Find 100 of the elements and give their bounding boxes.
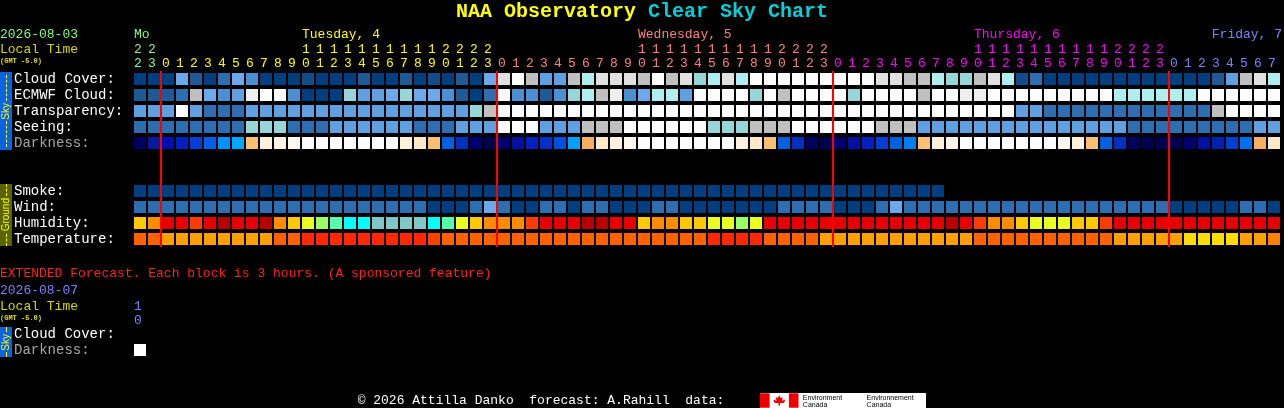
hour-digit: 3 xyxy=(1212,57,1221,71)
hour-digit: 6 xyxy=(1058,57,1067,71)
hour-digit: 0 xyxy=(302,57,311,71)
hour-digit: 7 xyxy=(260,57,269,71)
hour-digit: 6 xyxy=(386,57,395,71)
flag-icon xyxy=(760,393,799,408)
row-label: Temperature: xyxy=(14,231,115,247)
day-label: Tuesday, 4 xyxy=(302,28,381,43)
hour-digit: 3 xyxy=(148,57,157,71)
credits-text: © 2026 Attilla Danko forecast: A.Rahill data: xyxy=(357,393,725,408)
row-label: Cloud Cover: xyxy=(14,71,115,87)
hour-digit: 4 xyxy=(890,57,899,71)
hour-digit: 1 xyxy=(764,43,773,57)
hour-digit: 9 xyxy=(624,57,633,71)
date-label: 2026-08-03 xyxy=(0,28,79,43)
hour-digit: 3 xyxy=(204,57,213,71)
hour-digit: 3 xyxy=(540,57,549,71)
day-label: Mo xyxy=(134,28,148,43)
row-label: Wind: xyxy=(14,199,56,215)
hour-digit: 2 xyxy=(484,43,493,57)
hour-digit: 2 xyxy=(190,57,199,71)
hour-digit: 8 xyxy=(274,57,283,71)
hour-digit: 1 xyxy=(400,43,409,57)
hour-digit: 2 xyxy=(666,57,675,71)
hour-digit: 0 xyxy=(834,57,843,71)
hour-digit: 2 xyxy=(1002,57,1011,71)
row-label: Seeing: xyxy=(14,119,73,135)
hour-digit: 4 xyxy=(358,57,367,71)
hour-digit: 1 xyxy=(302,43,311,57)
row-label: ECMWF Cloud: xyxy=(14,87,115,103)
row-label: Transparency: xyxy=(14,103,124,119)
hour-digit: 1 xyxy=(1086,43,1095,57)
hour-digit: 1 xyxy=(344,43,353,57)
hour-digit: 1 xyxy=(428,43,437,57)
day-label: Thursday, 6 xyxy=(974,28,1061,43)
hour-digit: 6 xyxy=(246,57,255,71)
hour-digit: 2 xyxy=(134,57,143,71)
hour-digit: 6 xyxy=(918,57,927,71)
hour-digit: 2 xyxy=(526,57,535,71)
hour-digit: 2 xyxy=(1198,57,1207,71)
hour-digit: 6 xyxy=(582,57,591,71)
hour-digit: 9 xyxy=(288,57,297,71)
hour-digit: 1 xyxy=(1100,43,1109,57)
hour-digit: 5 xyxy=(568,57,577,71)
hour-digit: 7 xyxy=(932,57,941,71)
hour-digit: 2 xyxy=(862,57,871,71)
hour-digit: 9 xyxy=(1100,57,1109,71)
hour-digit: 1 xyxy=(372,43,381,57)
hour-digit: 1 xyxy=(988,57,997,71)
hour-digit: 7 xyxy=(400,57,409,71)
site-name: NAA Observatory xyxy=(455,0,636,23)
day-label: Wednesday, 5 xyxy=(638,28,733,43)
hour-digit: 0 xyxy=(974,57,983,71)
hour-digit: 7 xyxy=(1268,57,1277,71)
hour-digit: 0 xyxy=(498,57,507,71)
hour-digit: 1 xyxy=(1044,43,1053,57)
hour-digit: 0 xyxy=(162,57,171,71)
hour-digit: 4 xyxy=(1030,57,1039,71)
hour-digit: 1 xyxy=(316,57,325,71)
hour-digit: 2 xyxy=(820,43,829,57)
hour-digit: 0 xyxy=(778,57,787,71)
hour-digit: 1 xyxy=(988,43,997,57)
hour-digit: 2 xyxy=(806,57,815,71)
hour-digit: 3 xyxy=(344,57,353,71)
hour-digit: 3 xyxy=(1156,57,1165,71)
hour-digit: 8 xyxy=(610,57,619,71)
hour-digit: 0 xyxy=(442,57,451,71)
hour-digit: 7 xyxy=(596,57,605,71)
row-label: Darkness: xyxy=(14,342,90,358)
hour-digit: 9 xyxy=(428,57,437,71)
hour-digit: 9 xyxy=(960,57,969,71)
hour-digit: 0 xyxy=(1170,57,1179,71)
hour-digit: 9 xyxy=(764,57,773,71)
hour-digit: 2 xyxy=(1156,43,1165,57)
hour-digit: 8 xyxy=(414,57,423,71)
hour-digit: 2 xyxy=(456,43,465,57)
hour-digit: 0 xyxy=(134,314,143,326)
hour-digit: 3 xyxy=(820,57,829,71)
hour-digit: 3 xyxy=(876,57,885,71)
hour-digit: 1 xyxy=(414,43,423,57)
hour-digit: 6 xyxy=(722,57,731,71)
chart-title: Clear Sky Chart xyxy=(648,0,829,23)
hour-digit: 1 xyxy=(848,57,857,71)
hour-digit: 3 xyxy=(484,57,493,71)
hour-digit: 2 xyxy=(442,43,451,57)
hour-digit: 2 xyxy=(470,57,479,71)
hour-digit: 8 xyxy=(1086,57,1095,71)
hour-digit: 5 xyxy=(372,57,381,71)
hour-digit: 5 xyxy=(232,57,241,71)
hour-digit: 2 xyxy=(330,57,339,71)
hour-digit: 5 xyxy=(708,57,717,71)
hour-digit: 0 xyxy=(638,57,647,71)
hour-digit: 2 xyxy=(806,43,815,57)
hour-digit: 1 xyxy=(666,43,675,57)
hour-digit: 1 xyxy=(456,57,465,71)
hour-digit: 8 xyxy=(946,57,955,71)
hour-digit: 1 xyxy=(750,43,759,57)
hour-digit: 1 xyxy=(1058,43,1067,57)
hour-digit: 7 xyxy=(1072,57,1081,71)
hour-digit: 3 xyxy=(680,57,689,71)
